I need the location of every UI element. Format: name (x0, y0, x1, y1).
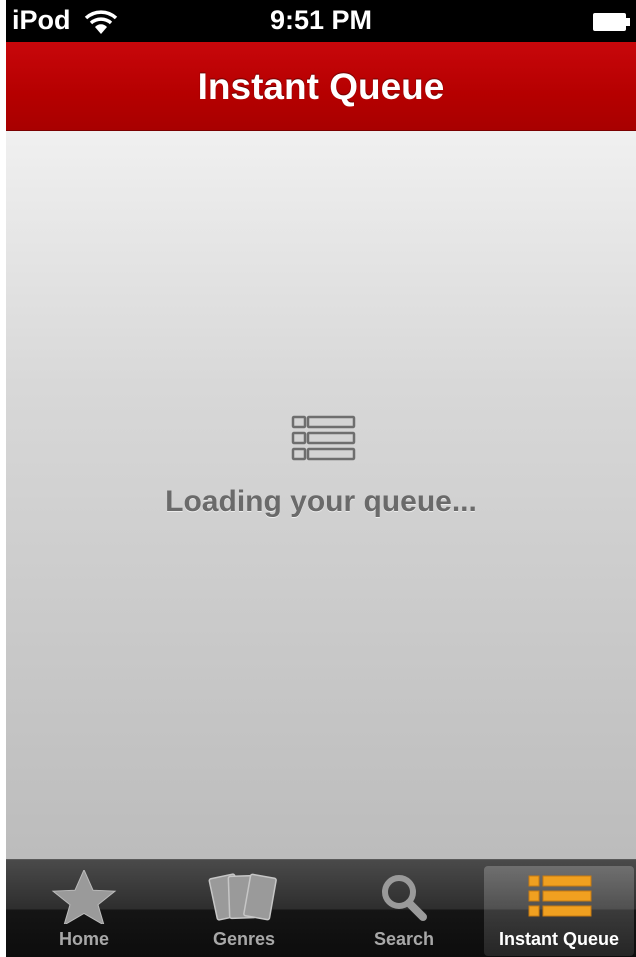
queue-list-icon (528, 875, 592, 917)
tab-instant-queue[interactable]: Instant Queue (484, 866, 634, 956)
loading-message: Loading your queue... (165, 485, 477, 518)
queue-content: Loading your queue... (6, 131, 636, 859)
navigation-bar: Instant Queue (6, 42, 636, 131)
search-icon (382, 875, 427, 921)
tab-bar: Home Genres Search Instant Queue (6, 859, 636, 957)
page-title: Instant Queue (197, 66, 445, 107)
star-icon (51, 870, 117, 924)
tab-label-instant-queue: Instant Queue (498, 929, 619, 949)
tab-genres[interactable]: Genres (169, 866, 319, 956)
tab-label-home: Home (58, 929, 109, 949)
tab-label-search: Search (373, 929, 435, 949)
queue-list-icon (291, 415, 356, 461)
app-screen: iPod 9:51 PM Instant Queue Loading your … (6, 0, 636, 957)
tab-home[interactable]: Home (9, 866, 159, 956)
status-time: 9:51 PM (269, 5, 373, 35)
cards-icon (208, 873, 277, 921)
tab-label-genres: Genres (212, 929, 276, 949)
tab-search[interactable]: Search (329, 866, 479, 956)
status-bar: iPod 9:51 PM (6, 0, 636, 42)
battery-icon (593, 13, 630, 31)
